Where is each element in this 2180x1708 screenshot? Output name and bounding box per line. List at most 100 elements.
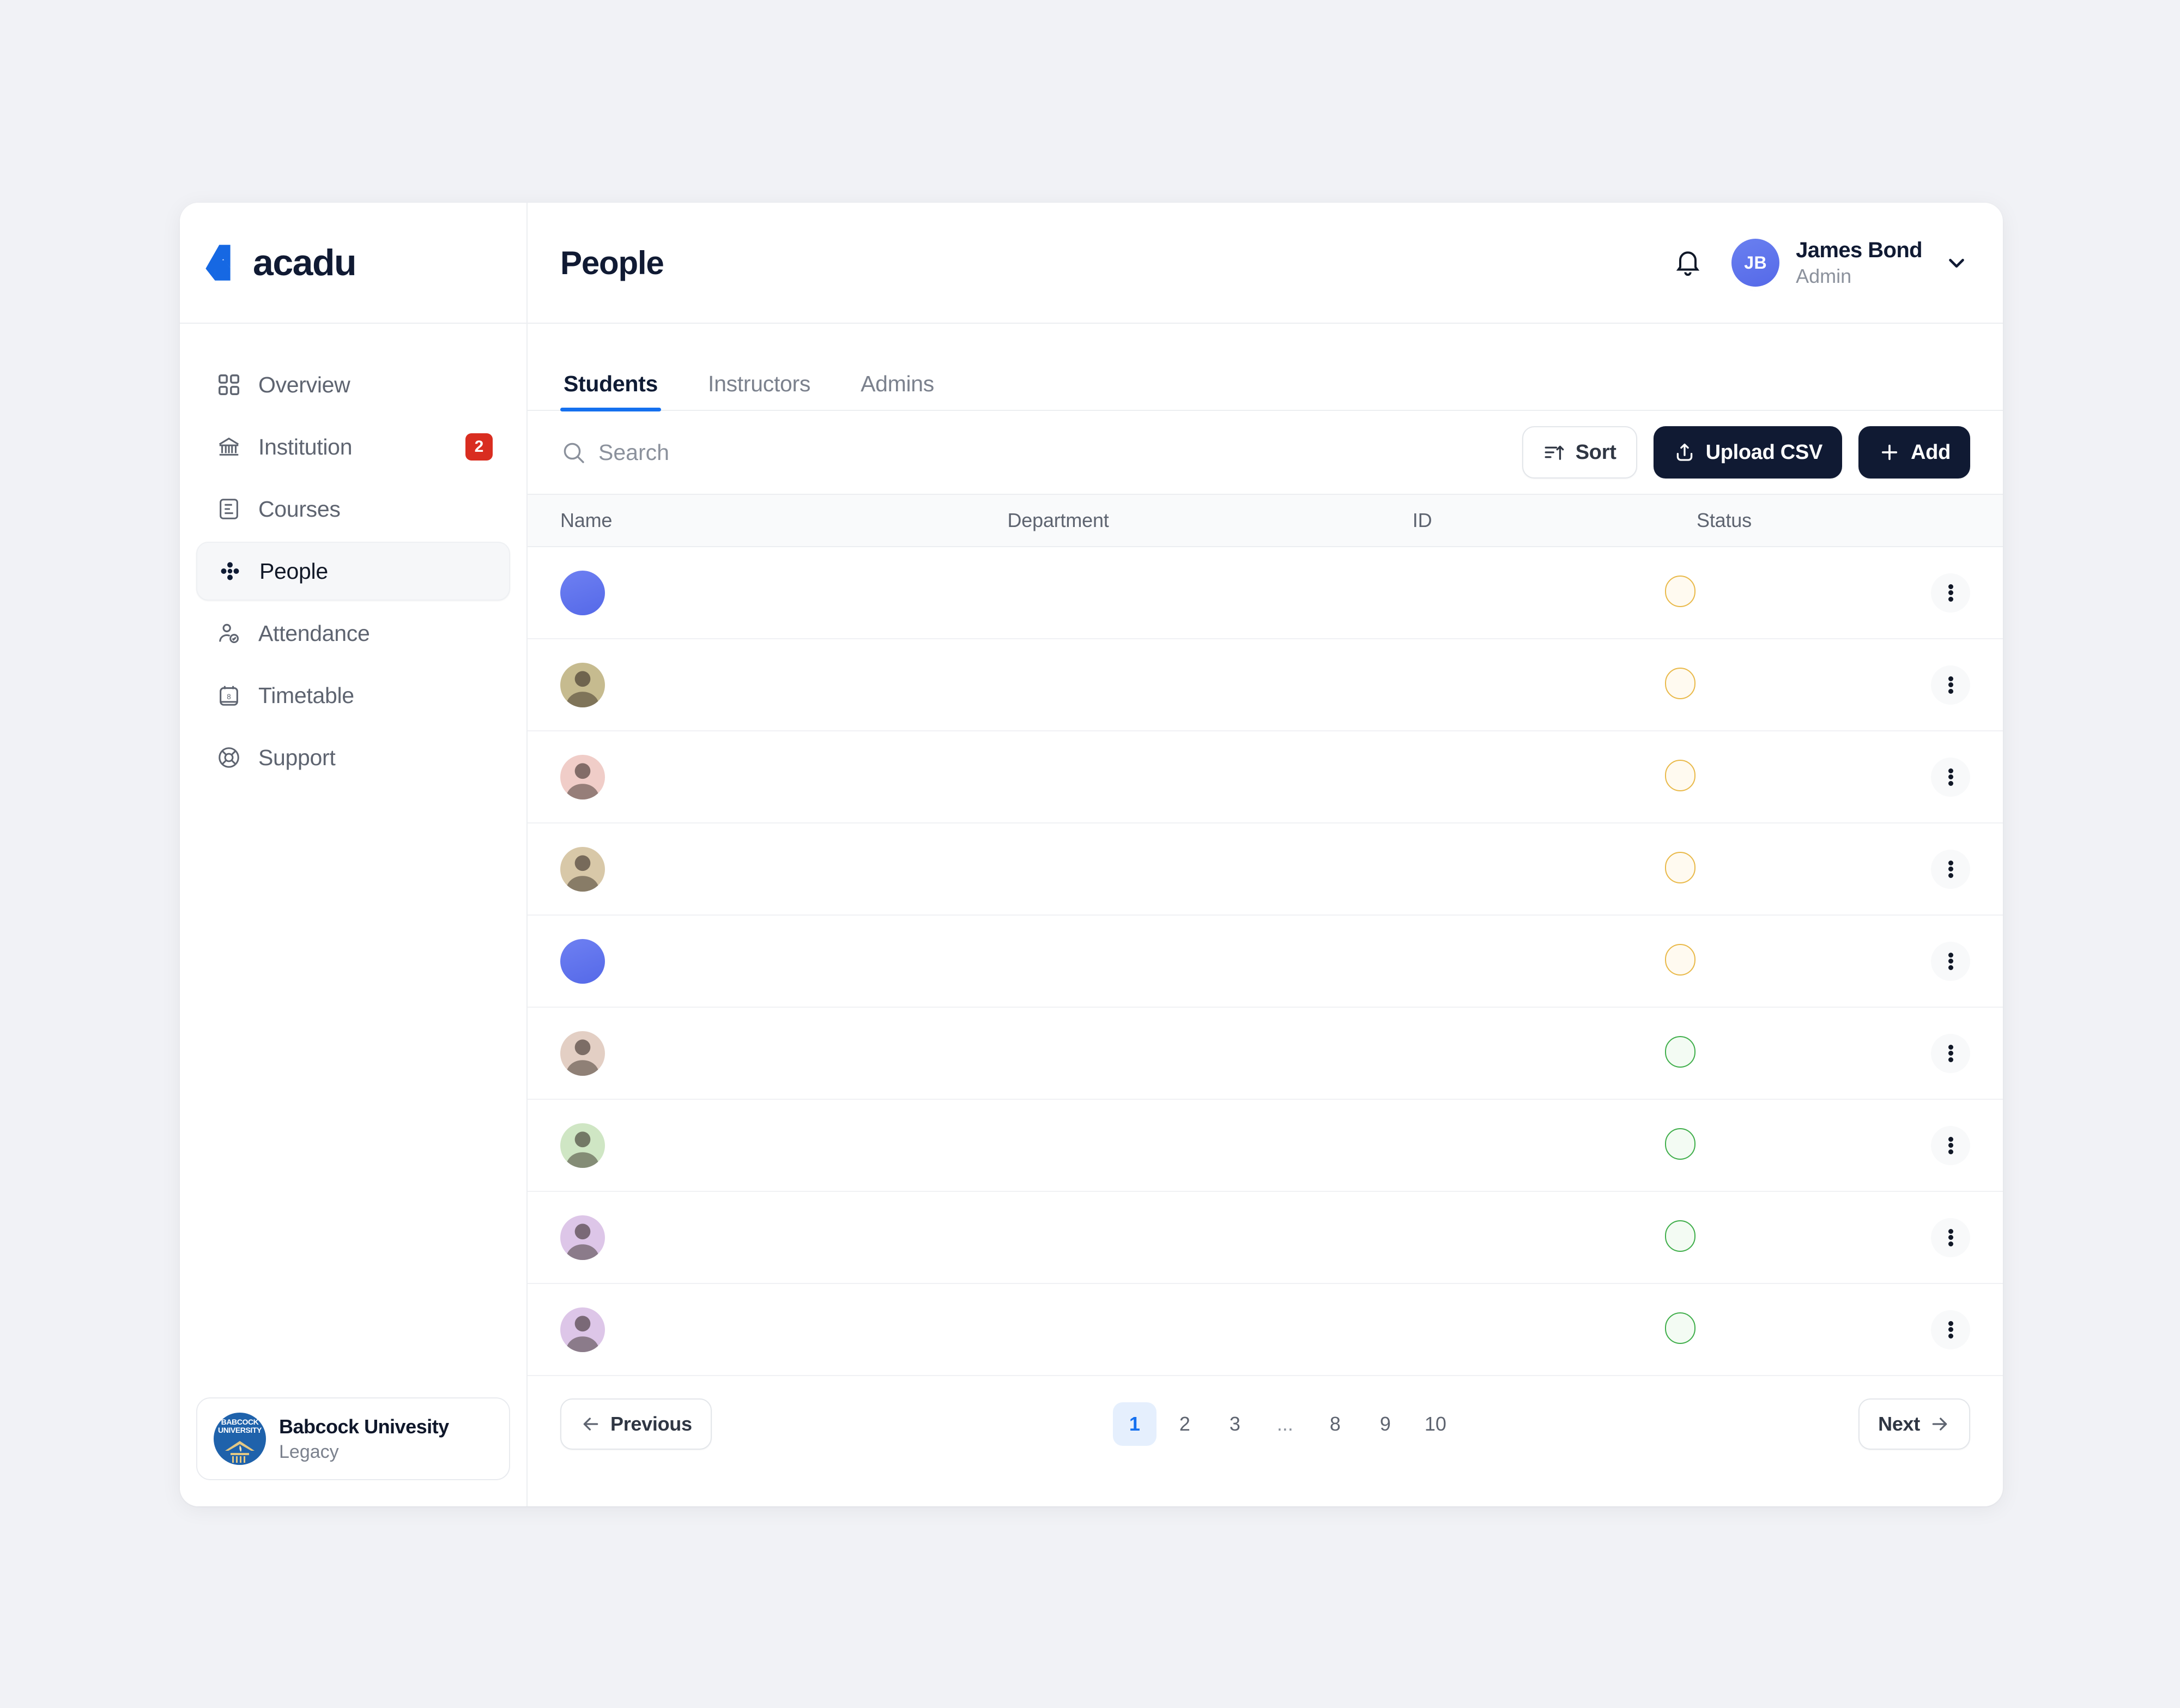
upload-csv-button[interactable]: Upload CSV — [1653, 426, 1843, 479]
cell-actions — [1931, 1218, 1970, 1257]
search-box[interactable] — [560, 439, 1522, 465]
sidebar-item-label: Attendance — [258, 620, 370, 646]
kebab-menu-icon[interactable] — [1931, 1033, 1970, 1073]
sidebar-item-attendance[interactable]: Attendance — [196, 604, 510, 663]
cell-name — [560, 1307, 995, 1352]
organization-name: Babcock Univesity — [279, 1415, 449, 1438]
tab-admins[interactable]: Admins — [857, 371, 937, 410]
book-icon — [214, 494, 244, 524]
table-row[interactable] — [528, 823, 2003, 916]
organization-logo-text: BABCOCK UNIVERSITY — [217, 1418, 262, 1434]
status-badge — [1665, 1312, 1696, 1344]
cell-status — [1665, 1220, 1931, 1255]
pagination: Previous 1 2 3... 8 9 10 Next — [528, 1376, 2003, 1471]
page-number-list: 1 2 3... 8 9 10 — [1110, 1402, 1461, 1446]
table-header-row: Name Department ID Status — [528, 494, 2003, 547]
tab-students[interactable]: Students — [560, 371, 661, 411]
sidebar-item-label: Support — [258, 744, 336, 770]
table-row[interactable] — [528, 1284, 2003, 1376]
table-row[interactable] — [528, 1100, 2003, 1192]
grid-icon — [214, 370, 244, 400]
table-row[interactable] — [528, 916, 2003, 1008]
avatar — [560, 1031, 605, 1076]
avatar-photo — [566, 1039, 600, 1076]
cell-name — [560, 1031, 995, 1076]
avatar — [560, 1123, 605, 1168]
kebab-menu-icon[interactable] — [1931, 941, 1970, 981]
cell-name — [560, 570, 995, 615]
plus-icon — [1878, 441, 1901, 464]
table-row[interactable] — [528, 639, 2003, 731]
table-row[interactable] — [528, 1192, 2003, 1284]
cell-actions — [1931, 1310, 1970, 1349]
previous-page-button[interactable]: Previous — [560, 1398, 712, 1450]
sort-icon — [1543, 441, 1566, 464]
status-badge — [1665, 1036, 1696, 1068]
avatar-photo — [566, 1131, 600, 1168]
sidebar-item-overview[interactable]: Overview — [196, 355, 510, 414]
brand-name: acadu — [253, 242, 357, 283]
add-button[interactable]: Add — [1858, 426, 1970, 479]
cell-name — [560, 1123, 995, 1168]
user-profile-menu[interactable]: JB James Bond Admin — [1731, 238, 1969, 288]
people-icon — [215, 556, 245, 586]
cell-status — [1665, 576, 1931, 610]
avatar-photo — [566, 1315, 600, 1352]
user-check-icon — [214, 618, 244, 649]
cell-actions — [1931, 573, 1970, 613]
kebab-menu-icon[interactable] — [1931, 573, 1970, 613]
cell-status — [1665, 1036, 1931, 1070]
brand[interactable]: acadu — [180, 203, 526, 324]
cell-actions — [1931, 849, 1970, 889]
cell-status — [1665, 668, 1931, 702]
column-header-department: Department — [1007, 509, 1109, 531]
kebab-menu-icon[interactable] — [1931, 1218, 1970, 1257]
kebab-menu-icon[interactable] — [1931, 849, 1970, 889]
top-bar: People JB James Bond Admin — [528, 203, 2003, 324]
page-number-button[interactable]: 8 — [1313, 1402, 1357, 1446]
sidebar-item-courses[interactable]: Courses — [196, 480, 510, 538]
sidebar-item-institution[interactable]: Institution 2 — [196, 417, 510, 476]
avatar-photo — [566, 1223, 600, 1260]
organization-plan: Legacy — [279, 1441, 339, 1462]
chevron-down-icon — [1944, 250, 1969, 275]
page-number-button[interactable]: 10 — [1414, 1402, 1457, 1446]
table-body — [528, 547, 2003, 1376]
sidebar-item-people[interactable]: People — [196, 542, 510, 601]
page-number-button[interactable]: 2 — [1163, 1402, 1207, 1446]
table-row[interactable] — [528, 731, 2003, 823]
status-badge — [1665, 760, 1696, 791]
next-page-button[interactable]: Next — [1858, 1398, 1970, 1450]
bank-icon — [214, 432, 244, 462]
tab-instructors[interactable]: Instructors — [705, 371, 814, 410]
organization-text: Babcock Univesity Legacy — [279, 1415, 449, 1463]
avatar-photo — [566, 670, 600, 707]
sort-button[interactable]: Sort — [1522, 426, 1637, 479]
main-content: People JB James Bond Admin Students Inst… — [528, 203, 2003, 1506]
kebab-menu-icon[interactable] — [1931, 757, 1970, 797]
organization-logo: BABCOCK UNIVERSITY — [214, 1413, 266, 1465]
page-ellipsis: ... — [1276, 1412, 1293, 1435]
organization-card[interactable]: BABCOCK UNIVERSITY Babcock Univesity Leg… — [196, 1397, 510, 1480]
lifebuoy-icon — [214, 742, 244, 773]
bell-icon — [1676, 251, 1700, 276]
table-row[interactable] — [528, 547, 2003, 639]
kebab-menu-icon[interactable] — [1931, 665, 1970, 705]
status-badge — [1665, 944, 1696, 976]
kebab-menu-icon[interactable] — [1931, 1310, 1970, 1349]
avatar — [560, 570, 605, 615]
sidebar-item-timetable[interactable]: 8 Timetable — [196, 666, 510, 725]
cell-name — [560, 938, 995, 984]
sidebar-item-support[interactable]: Support — [196, 728, 510, 787]
page-number-button[interactable]: 1 — [1112, 1402, 1156, 1446]
page-number-button[interactable]: 3 — [1213, 1402, 1257, 1446]
previous-page-label: Previous — [610, 1412, 692, 1435]
status-badge — [1665, 576, 1696, 607]
cell-status — [1665, 1312, 1931, 1347]
page-number-button[interactable]: 9 — [1364, 1402, 1407, 1446]
notifications-button[interactable] — [1667, 242, 1709, 283]
table-row[interactable] — [528, 1008, 2003, 1100]
status-badge — [1665, 1220, 1696, 1252]
kebab-menu-icon[interactable] — [1931, 1125, 1970, 1165]
search-input[interactable] — [598, 439, 871, 465]
